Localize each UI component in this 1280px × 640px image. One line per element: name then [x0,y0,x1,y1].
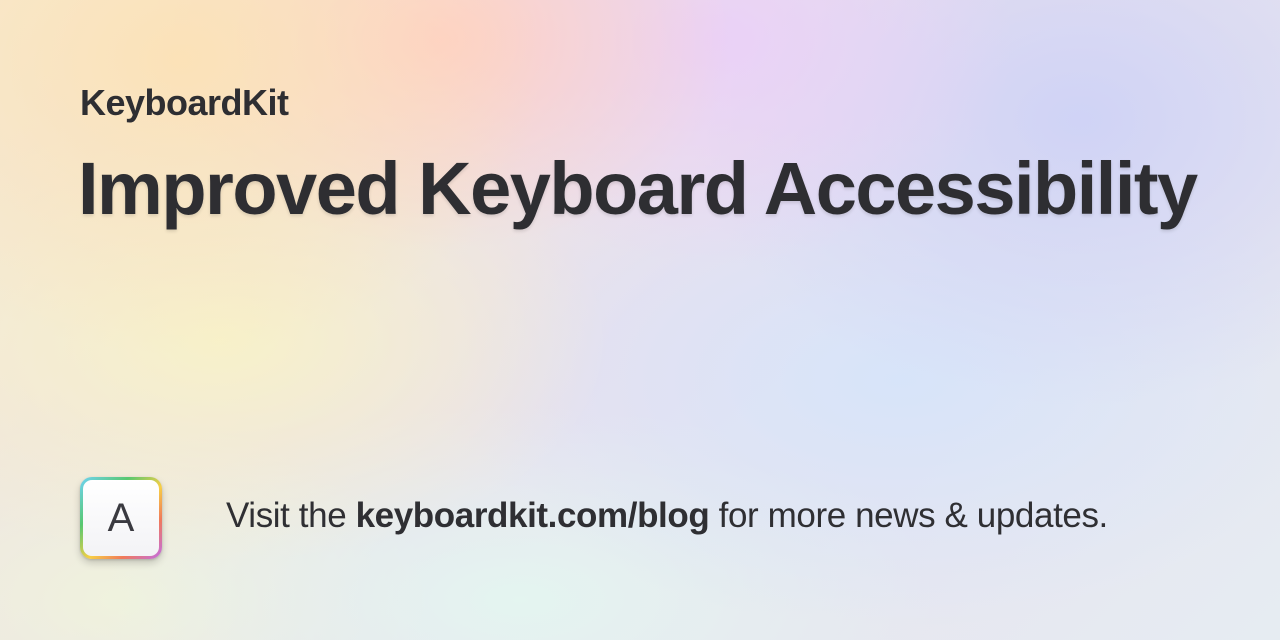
keyboard-key-icon: A [80,477,162,559]
footer-message: Visit the keyboardkit.com/blog for more … [226,496,1108,536]
footer-suffix: for more news & updates. [709,496,1109,535]
blog-link[interactable]: keyboardkit.com/blog [356,496,710,535]
footer-prefix: Visit the [226,496,356,535]
brand-name: KeyboardKit [80,82,289,123]
page-title: Improved Keyboard Accessibility [78,147,1198,230]
app-icon-letter: A [83,480,159,556]
